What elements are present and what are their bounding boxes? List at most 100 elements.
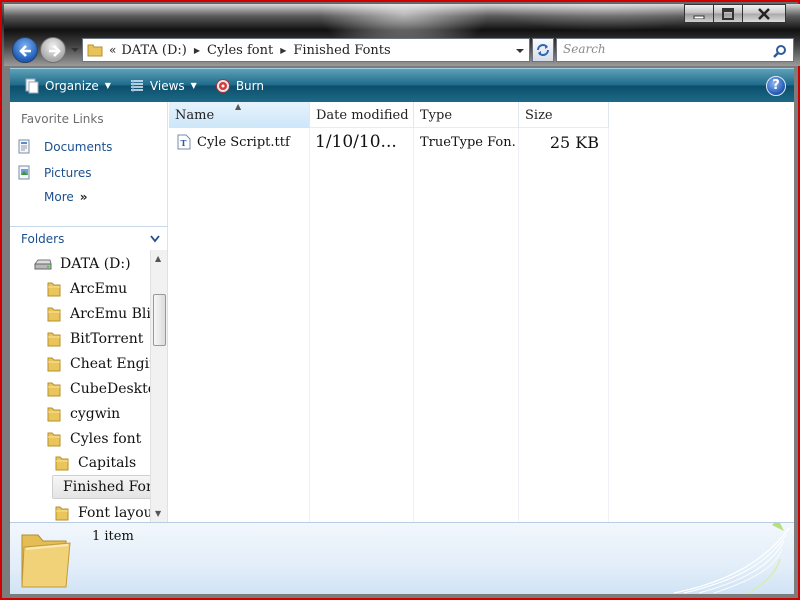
maximize-button[interactable] [713, 4, 743, 23]
svg-text:T: T [181, 138, 187, 148]
file-row[interactable]: T Cyle Script.ttf 1/10/10... TrueType Fo… [169, 128, 609, 156]
tree-item-label: Cyles font [70, 431, 142, 447]
forward-arrow-icon [49, 45, 61, 57]
chevron-down-icon: ▼ [104, 81, 111, 90]
folder-icon [21, 534, 71, 588]
truetype-font-file-icon: T [177, 134, 191, 150]
recent-pages-dropdown-icon[interactable] [70, 46, 80, 54]
folder-icon [47, 307, 61, 322]
tree-item-cubedesktop[interactable]: CubeDesktop [46, 377, 150, 401]
views-button[interactable]: Views ▼ [125, 75, 201, 97]
favorite-link-pictures[interactable]: Pictures [16, 164, 92, 182]
folder-icon [47, 332, 61, 347]
chevron-down-icon: ▼ [190, 81, 197, 90]
tree-item-label: Finished Fonts [63, 479, 150, 495]
scroll-up-arrow-icon[interactable]: ▲ [155, 254, 161, 263]
close-button[interactable] [742, 4, 786, 23]
search-placeholder: Search [563, 42, 606, 56]
burn-label: Burn [235, 78, 264, 93]
folder-icon [87, 44, 103, 57]
caption-buttons [684, 4, 786, 23]
tree-item-finished-fonts[interactable]: Finished Fonts [52, 475, 150, 499]
tree-item-cyles-font[interactable]: Cyles font [46, 427, 141, 451]
folder-icon [55, 506, 69, 521]
favorite-link-documents[interactable]: Documents [16, 138, 112, 156]
command-toolbar: Organize ▼ Views ▼ Burn ? [10, 68, 794, 102]
file-name: Cyle Script.ttf [197, 134, 290, 150]
folder-icon [47, 382, 61, 397]
folder-tree-scrollbar[interactable]: ▲ ▼ [150, 250, 167, 522]
tree-item-capitals[interactable]: Capitals [54, 451, 136, 475]
forward-button[interactable] [40, 37, 66, 63]
tree-item-label: ArcEmu Blizz [70, 306, 150, 322]
column-header-name[interactable]: Name ▲ [169, 102, 310, 128]
tree-item-label: CubeDesktop [70, 381, 150, 397]
navigation-pane: Favorite Links Documents Pictures More »… [10, 102, 168, 522]
tree-item-arcemu[interactable]: ArcEmu [46, 277, 127, 301]
column-header-size[interactable]: Size [519, 102, 609, 128]
column-header-type[interactable]: Type [414, 102, 519, 128]
help-button[interactable]: ? [766, 76, 786, 96]
column-header-label: Type [420, 108, 453, 123]
organize-button[interactable]: Organize ▼ [20, 75, 115, 97]
folder-icon [47, 282, 61, 297]
minimize-button[interactable] [684, 4, 714, 23]
address-overflow-chevrons[interactable]: « [109, 43, 116, 57]
refresh-icon [537, 44, 549, 56]
file-date-modified: 1/10/10... [315, 132, 397, 152]
search-icon[interactable] [773, 44, 787, 58]
documents-label: Documents [44, 140, 113, 154]
tree-item-data-drive[interactable]: DATA (D:) [34, 252, 131, 276]
column-header-date-modified[interactable]: Date modified [310, 102, 414, 128]
decorative-swoosh [673, 523, 790, 594]
search-input[interactable]: Search [556, 38, 794, 62]
tree-item-cheat-engine[interactable]: Cheat Engine [46, 352, 150, 376]
documents-icon [18, 139, 30, 154]
tree-item-arcemu-blizz[interactable]: ArcEmu Blizz [46, 302, 150, 326]
minimize-icon [693, 15, 705, 19]
scroll-down-arrow-icon[interactable]: ▼ [155, 509, 161, 518]
refresh-button[interactable] [532, 38, 554, 62]
details-pane: 1 item [10, 522, 794, 594]
pictures-icon [18, 165, 30, 180]
column-divider [518, 128, 519, 522]
address-bar[interactable]: « DATA (D:) ▶ Cyles font ▶ Finished Font… [82, 38, 530, 62]
drive-icon [34, 259, 52, 270]
folder-tree: DATA (D:) ArcEmu ArcEmu Blizz BitTorrent… [10, 250, 150, 522]
address-history-dropdown-icon[interactable] [515, 47, 525, 55]
explorer-content: Favorite Links Documents Pictures More »… [10, 102, 794, 522]
breadcrumb-separator-icon[interactable]: ▶ [280, 46, 286, 55]
column-divider [608, 128, 609, 522]
column-divider [309, 128, 310, 522]
file-name-cell[interactable]: T Cyle Script.ttf [177, 128, 307, 156]
favorite-links-title: Favorite Links [21, 112, 104, 126]
breadcrumb-cyles-font[interactable]: Cyles font [207, 43, 273, 58]
column-divider [413, 128, 414, 522]
folders-header[interactable]: Folders [10, 226, 168, 250]
maximize-icon [722, 7, 734, 20]
tree-item-bittorrent[interactable]: BitTorrent [46, 327, 143, 351]
tree-item-label: Cheat Engine [70, 356, 150, 372]
favorite-link-more[interactable]: More » [44, 190, 88, 204]
column-header-label: Size [525, 108, 553, 123]
tree-item-label: Font layouts [78, 505, 150, 521]
window-frame: « DATA (D:) ▶ Cyles font ▶ Finished Font… [0, 0, 800, 600]
scrollbar-thumb[interactable] [153, 294, 166, 346]
tree-item-label: DATA (D:) [60, 256, 131, 272]
breadcrumb-finished-fonts[interactable]: Finished Fonts [293, 43, 390, 58]
tree-item-cygwin[interactable]: cygwin [46, 402, 120, 426]
column-header-label: Name [175, 108, 215, 123]
tree-item-label: Capitals [78, 455, 137, 471]
breadcrumb-data-drive[interactable]: DATA (D:) [121, 43, 187, 58]
column-headers: Name ▲ Date modified Type Size [169, 102, 609, 128]
more-label: More [44, 190, 74, 204]
back-button[interactable] [12, 37, 38, 63]
burn-button[interactable]: Burn [211, 75, 268, 97]
file-size: 25 KB [549, 132, 599, 152]
folder-icon [47, 432, 61, 447]
folders-title: Folders [21, 231, 65, 246]
column-header-label: Date modified [316, 108, 409, 123]
tree-item-font-layouts[interactable]: Font layouts [54, 501, 150, 522]
burn-disc-icon [215, 78, 230, 93]
breadcrumb-separator-icon[interactable]: ▶ [194, 46, 200, 55]
